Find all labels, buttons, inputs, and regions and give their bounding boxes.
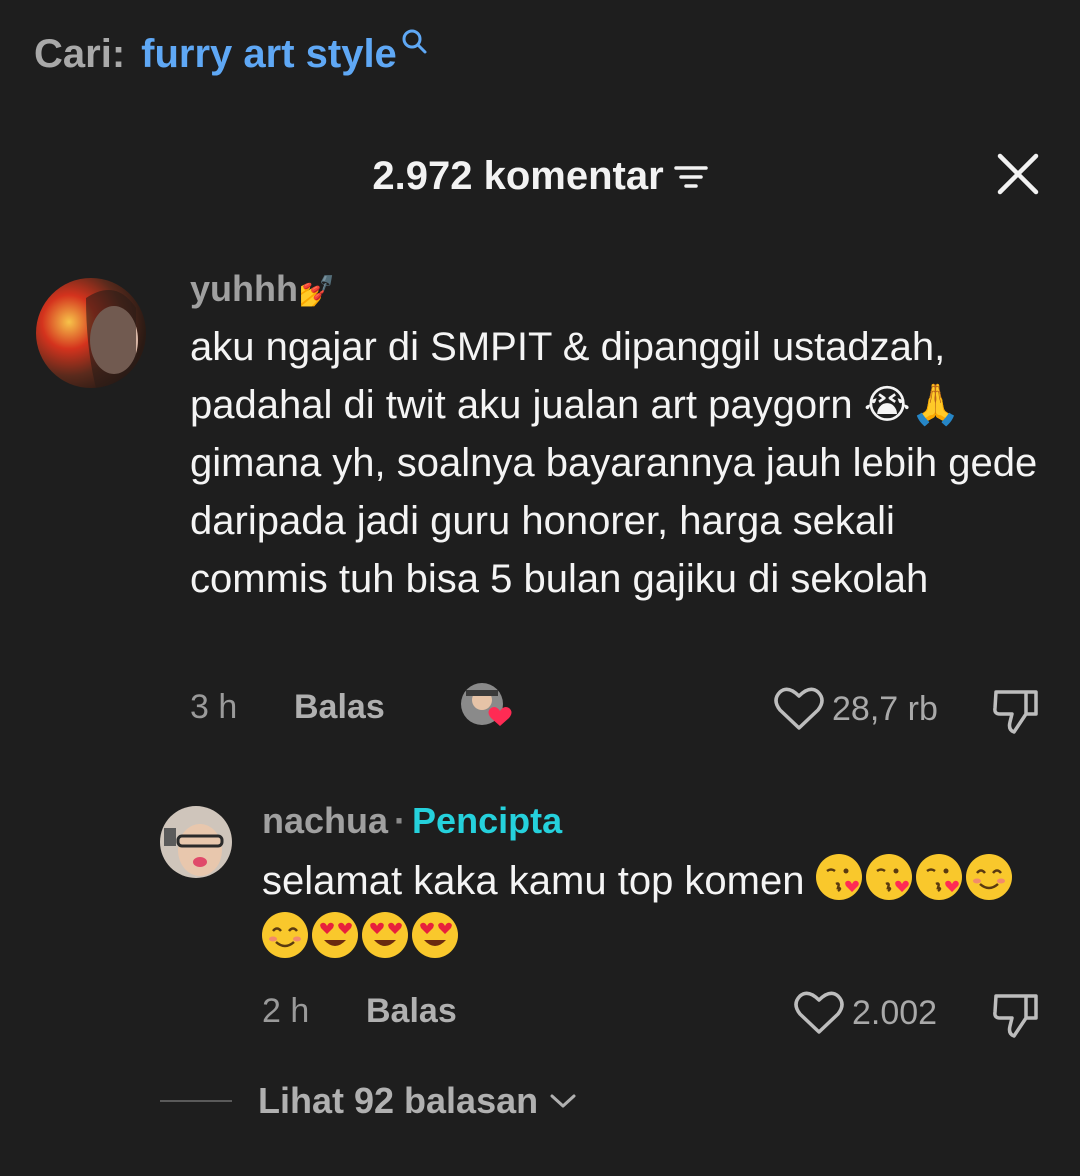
heart-eyes-emoji: [362, 912, 408, 958]
kissing-heart-emoji: [865, 854, 912, 900]
heart-icon: [794, 991, 844, 1034]
reply-avatar[interactable]: [160, 806, 232, 878]
creator-badge: Pencipta: [412, 800, 563, 841]
sort-icon[interactable]: [673, 162, 708, 197]
heart-eyes-emoji: [412, 912, 458, 958]
divider-line: [160, 1100, 232, 1102]
kissing-heart-emoji: [915, 854, 962, 900]
comment-count: 2.972 komentar: [372, 153, 664, 198]
avatar[interactable]: [36, 278, 146, 388]
reply-time: 2 h: [262, 992, 310, 1030]
heart-icon: [774, 687, 824, 730]
close-button[interactable]: [994, 150, 1042, 198]
like-count: 28,7 rb: [832, 689, 938, 728]
view-replies-button[interactable]: Lihat 92 balasan: [160, 1080, 578, 1122]
search-query[interactable]: Cari: furry art style: [34, 26, 429, 86]
search-icon: [401, 28, 429, 61]
reply-button[interactable]: Balas: [294, 688, 385, 727]
kissing-heart-emoji: [815, 854, 862, 900]
view-replies-label: Lihat 92 balasan: [258, 1080, 539, 1121]
comment-time: 3 h: [190, 688, 238, 726]
heart-eyes-emoji: [312, 912, 358, 958]
search-term-link[interactable]: furry art style: [141, 26, 397, 82]
reply-like-count: 2.002: [852, 993, 938, 1032]
chevron-down-icon: [550, 1094, 576, 1108]
search-prefix: Cari:: [34, 32, 126, 76]
dislike-icon[interactable]: [990, 686, 1042, 741]
reply-reply-button[interactable]: Balas: [366, 992, 457, 1031]
comment-username[interactable]: yuhhh💅: [190, 268, 335, 310]
reply-like-button[interactable]: 2.002: [794, 990, 937, 1036]
reply-text: selamat kaka kamu top komen: [262, 852, 1052, 968]
nail-polish-icon: 💅: [297, 275, 336, 308]
smile-emoji: [965, 854, 1012, 900]
smile-emoji: [262, 912, 308, 958]
reply-username[interactable]: nachua · Pencipta: [262, 800, 562, 842]
comment-text: aku ngajar di SMPIT & dipanggil ustadzah…: [190, 325, 1038, 601]
close-icon: [997, 153, 1039, 195]
dislike-icon[interactable]: [990, 990, 1042, 1045]
creator-liked-avatar: [460, 682, 514, 732]
separator-dot: ·: [394, 800, 407, 841]
like-button[interactable]: 28,7 rb: [774, 686, 938, 732]
comments-header: 2.972 komentar: [0, 148, 1080, 204]
